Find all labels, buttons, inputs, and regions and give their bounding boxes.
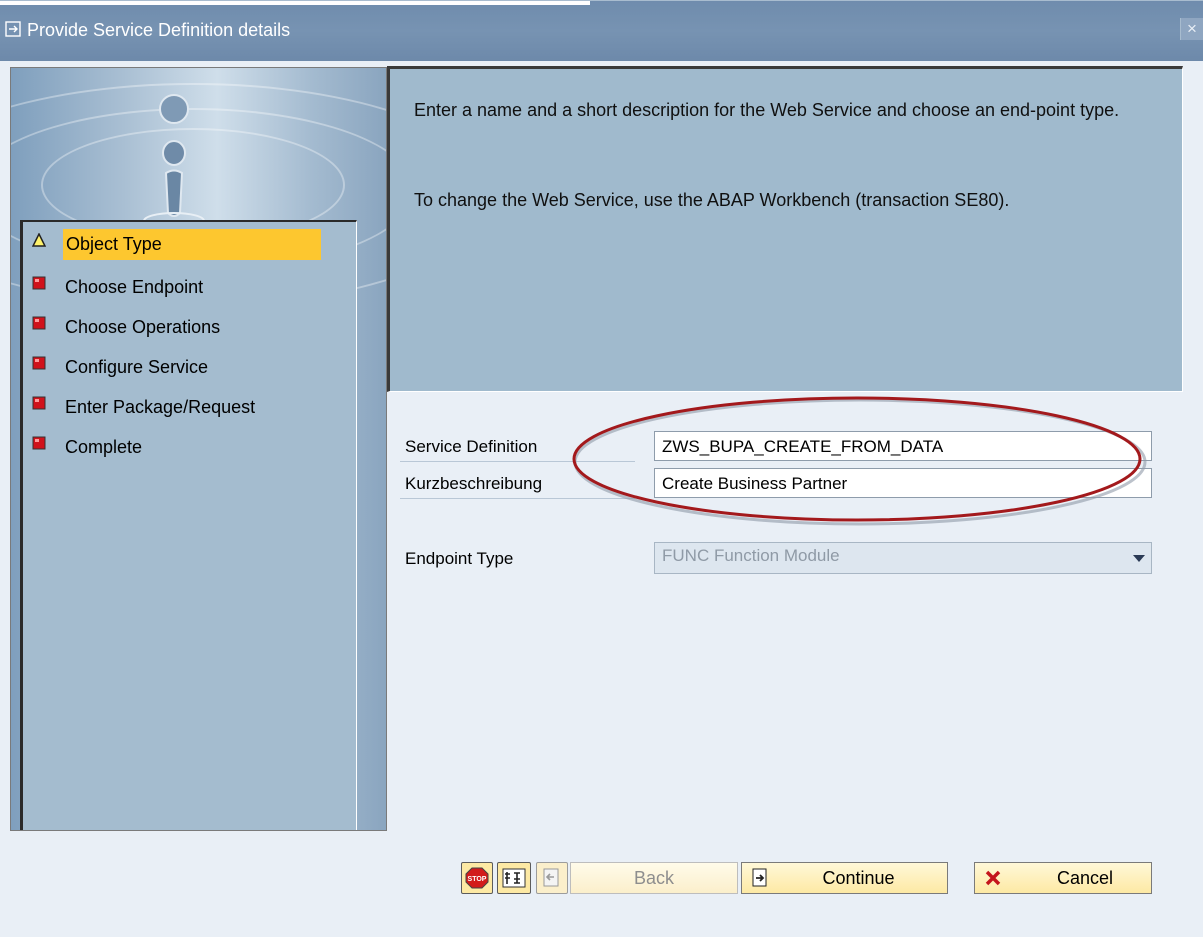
window-icon <box>5 21 21 37</box>
endpoint-type-select[interactable]: FUNC Function Module <box>654 542 1152 574</box>
red-square-icon <box>32 276 46 290</box>
debug-icon <box>502 868 526 888</box>
service-definition-input[interactable]: ZWS_BUPA_CREATE_FROM_DATA <box>654 431 1152 461</box>
title-bar-top-line <box>0 1 590 5</box>
instructions-text-2: To change the Web Service, use the ABAP … <box>414 190 1010 210</box>
step-label: Object Type <box>63 229 321 260</box>
cancel-button[interactable]: Cancel <box>974 862 1152 894</box>
step-configure-service[interactable]: Configure Service <box>29 348 325 382</box>
step-label: Complete <box>65 437 143 457</box>
step-complete[interactable]: Complete <box>29 428 325 462</box>
short-description-input[interactable]: Create Business Partner <box>654 468 1152 498</box>
window-title: Provide Service Definition details <box>27 20 291 40</box>
endpoint-type-label: Endpoint Type <box>400 541 635 571</box>
cancel-button-label: Cancel <box>1056 868 1114 888</box>
red-square-icon <box>32 316 46 330</box>
step-object-type[interactable]: Object Type <box>29 225 325 260</box>
service-definition-label: Service Definition <box>400 431 635 462</box>
warning-triangle-icon <box>32 233 46 247</box>
back-arrow-button[interactable] <box>536 862 568 894</box>
red-square-icon <box>32 356 46 370</box>
red-square-icon <box>32 436 46 450</box>
back-button-label: Back <box>633 868 675 888</box>
close-button[interactable]: × <box>1180 18 1203 40</box>
step-label: Choose Endpoint <box>65 277 204 297</box>
wizard-step-list: Object Type Choose Endpoint Choose Opera… <box>20 220 357 830</box>
stop-button[interactable]: STOP <box>461 862 493 894</box>
endpoint-type-value: FUNC Function Module <box>662 546 840 565</box>
short-description-label-text: Kurzbeschreibung <box>405 474 543 493</box>
chevron-down-icon[interactable] <box>1133 555 1145 562</box>
step-label: Configure Service <box>65 357 209 377</box>
short-description-label: Kurzbeschreibung <box>400 468 635 499</box>
back-button[interactable]: Back <box>570 862 738 894</box>
step-label: Choose Operations <box>65 317 221 337</box>
debug-button[interactable] <box>497 862 531 894</box>
window-title-bar: Provide Service Definition details × <box>0 0 1203 61</box>
step-label: Enter Package/Request <box>65 397 256 417</box>
stop-icon: STOP <box>465 867 489 889</box>
continue-button-label: Continue <box>822 868 895 888</box>
endpoint-type-label-text: Endpoint Type <box>405 549 514 568</box>
instructions-text-1: Enter a name and a short description for… <box>414 100 1120 120</box>
step-enter-package-request[interactable]: Enter Package/Request <box>29 388 325 422</box>
continue-button[interactable]: Continue <box>741 862 948 894</box>
back-document-icon <box>543 868 559 887</box>
instructions-panel: Enter a name and a short description for… <box>387 66 1183 392</box>
water-drop-image <box>143 94 205 230</box>
step-choose-operations[interactable]: Choose Operations <box>29 308 325 342</box>
service-definition-label-text: Service Definition <box>405 437 538 456</box>
svg-text:STOP: STOP <box>468 876 487 883</box>
red-square-icon <box>32 396 46 410</box>
service-definition-value: ZWS_BUPA_CREATE_FROM_DATA <box>662 437 944 456</box>
short-description-value: Create Business Partner <box>662 474 848 493</box>
step-choose-endpoint[interactable]: Choose Endpoint <box>29 268 325 302</box>
